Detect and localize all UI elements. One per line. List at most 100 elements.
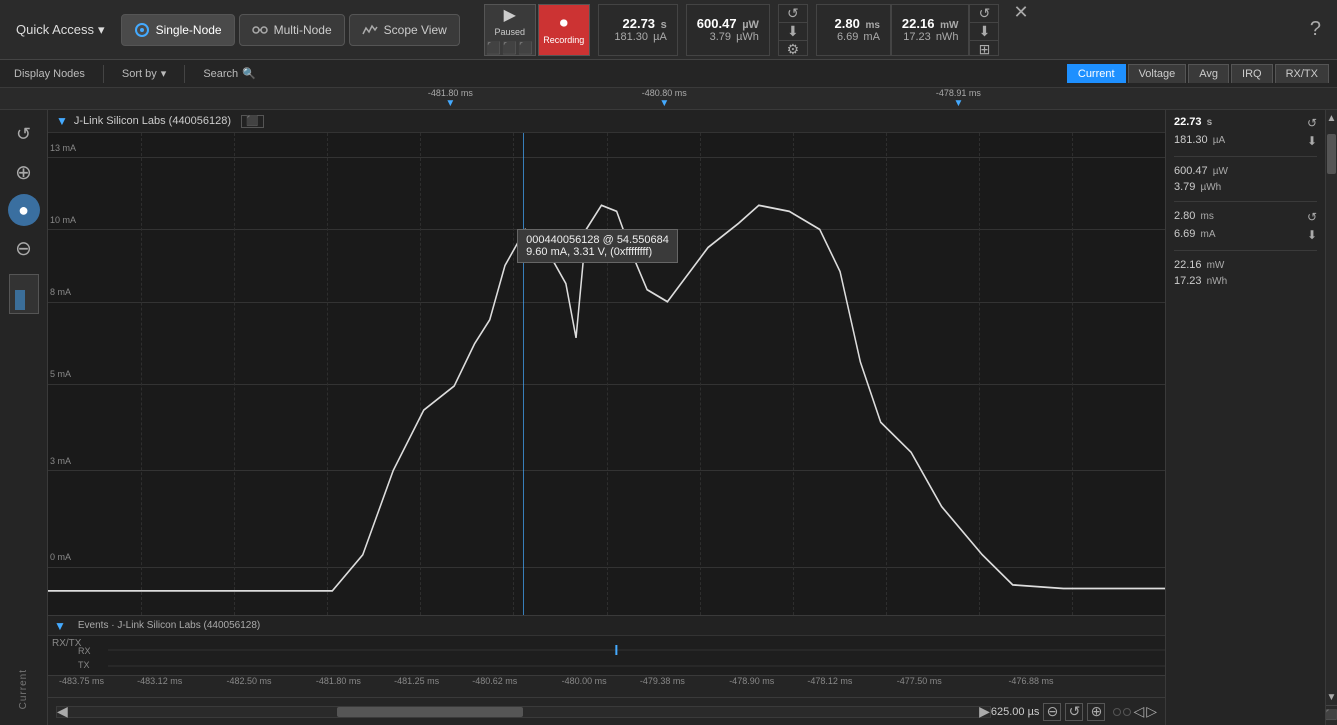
undo-button[interactable]: ↺ — [8, 118, 40, 150]
tick-6: -480.62 ms — [472, 676, 517, 686]
record-icon: ⏺ — [560, 15, 568, 33]
help-button[interactable]: ? — [1302, 18, 1329, 41]
ms-stat-block: 2.80 ms 6.69 mA — [816, 4, 891, 56]
zoom-plus-button[interactable]: ⊕ — [1087, 703, 1105, 721]
tick-7: -480.00 ms — [562, 676, 607, 686]
reset-button[interactable]: ↺ — [779, 5, 807, 23]
status-bar: ◀ ▶ 625.00 µs ⊖ ↺ ⊕ ◁ ▷ — [48, 697, 1165, 725]
events-label: Events · J-Link Silicon Labs (440056128) — [74, 618, 264, 633]
tick-3: -482.50 ms — [227, 676, 272, 686]
tab-irq[interactable]: IRQ — [1231, 64, 1273, 83]
tab-avg[interactable]: Avg — [1188, 64, 1229, 83]
waveform-svg — [48, 133, 1165, 615]
power-value: 600.47 µW — [697, 16, 759, 31]
multi-node-icon — [252, 22, 268, 38]
node-expand-button[interactable]: ⬛ — [241, 115, 263, 128]
tab-voltage[interactable]: Voltage — [1128, 64, 1187, 83]
mw-stat-block: 22.16 mW 17.23 nWh — [891, 4, 970, 56]
play-icon: ▶ — [504, 5, 516, 25]
timeline-marker-1: -481.80 ms ▼ — [428, 88, 473, 109]
zoom-display: 625.00 µs ⊖ ↺ ⊕ ◁ ▷ — [991, 703, 1157, 721]
settings-button[interactable]: ⚙ — [779, 41, 807, 58]
right-current-row: 181.30 µA ⬇ — [1174, 134, 1317, 148]
sort-by-button[interactable]: Sort by ▾ — [116, 65, 172, 82]
single-node-button[interactable]: Single-Node — [121, 14, 235, 46]
right-time-val: 22.73 s — [1174, 116, 1212, 130]
right-nwh-val: 17.23 nWh — [1174, 275, 1227, 287]
time-axis: -483.75 ms -483.12 ms -482.50 ms -481.80… — [48, 675, 1165, 697]
events-arrow-icon: ▼ — [54, 619, 66, 633]
reset-button-2[interactable]: ↺ — [970, 5, 998, 23]
quick-access-button[interactable]: Quick Access ▾ — [8, 18, 113, 42]
scroll-right-button[interactable]: ▶ — [979, 703, 990, 720]
right-reset-button[interactable]: ↺ — [1307, 116, 1317, 130]
download-button[interactable]: ⬇ — [779, 23, 807, 41]
right-energy-val: 3.79 µWh — [1174, 181, 1221, 193]
grid-button[interactable]: ⊞ — [970, 41, 998, 58]
step-back-button[interactable]: ◁ — [1133, 703, 1144, 720]
right-download-button-2[interactable]: ⬇ — [1307, 228, 1317, 242]
right-reset-button-2[interactable]: ↺ — [1307, 210, 1317, 224]
toolbar-sep-2 — [184, 65, 185, 83]
close-button[interactable]: ✕ — [1007, 2, 1034, 23]
minimap — [9, 274, 39, 314]
dot-1 — [1113, 708, 1121, 716]
tab-current[interactable]: Current — [1067, 64, 1126, 83]
y-axis-label: Current — [18, 669, 29, 709]
right-divider-1 — [1174, 156, 1317, 157]
right-nwh-row: 17.23 nWh — [1174, 275, 1317, 287]
zoom-out-button[interactable]: ⊖ — [8, 232, 40, 264]
nav-dots: ◁ ▷ — [1113, 703, 1157, 720]
tick-4: -481.80 ms — [316, 676, 361, 686]
display-nodes-button[interactable]: Display Nodes — [8, 66, 91, 82]
record-button[interactable]: ⏺ Recording — [538, 4, 590, 56]
right-ms-val1: 2.80 ms — [1174, 210, 1214, 224]
marker-arrow-1: ▼ — [445, 98, 455, 109]
multi-node-button[interactable]: Multi-Node — [239, 14, 345, 46]
quick-access-label: Quick Access — [16, 22, 94, 37]
chart-canvas[interactable]: 13 mA 10 mA 8 mA 5 mA 3 mA 0 mA — [48, 133, 1165, 615]
ticon3: ⬛ — [518, 41, 533, 55]
minimap-svg — [10, 275, 40, 315]
toolbar-sep-1 — [103, 65, 104, 83]
ticon2: ⬛ — [502, 41, 517, 55]
zoom-in-button[interactable]: ⊕ — [8, 156, 40, 188]
single-node-icon — [134, 22, 150, 38]
tx-label: TX — [78, 660, 90, 670]
chart-events-container: ▼ J-Link Silicon Labs (440056128) ⬛ 13 m… — [48, 110, 1165, 725]
timeline-marker-3: -478.91 ms ▼ — [936, 88, 981, 109]
cursor-line — [523, 133, 524, 615]
zoom-in-button-status[interactable]: ↺ — [1065, 703, 1083, 721]
search-button[interactable]: Search 🔍 — [197, 65, 262, 82]
tick-1: -483.75 ms — [59, 676, 104, 686]
marker-arrow-3: ▼ — [953, 98, 963, 109]
vscroll-thumb[interactable] — [1327, 134, 1336, 174]
time-value: 22.73 s — [623, 16, 667, 31]
mw-value2: 17.23 nWh — [903, 31, 958, 43]
download-button-2[interactable]: ⬇ — [970, 23, 998, 41]
h-scroll-thumb[interactable] — [337, 707, 524, 717]
h-scrollbar[interactable]: ◀ ▶ — [56, 706, 991, 718]
vscrollbar[interactable]: ▲ ▼ ⬛ — [1325, 110, 1337, 725]
energy-value: 3.79 µWh — [710, 31, 759, 43]
toolbar: Display Nodes Sort by ▾ Search 🔍 Current… — [0, 60, 1337, 88]
right-energy-row: 3.79 µWh — [1174, 181, 1317, 193]
cursor-button[interactable]: ● — [8, 194, 40, 226]
vscroll-down-button[interactable]: ▼ — [1326, 689, 1337, 705]
ms-value1: 2.80 ms — [835, 16, 880, 31]
scope-view-button[interactable]: Scope View — [349, 14, 460, 46]
zoom-minus-button[interactable]: ⊖ — [1043, 703, 1061, 721]
scroll-left-button[interactable]: ◀ — [57, 703, 68, 720]
chevron-down-icon: ▾ — [98, 22, 105, 38]
tick-8: -479.38 ms — [640, 676, 685, 686]
vscroll-up-button[interactable]: ▲ — [1326, 110, 1337, 126]
tick-2: -483.12 ms — [137, 676, 182, 686]
tab-rxtx[interactable]: RX/TX — [1275, 64, 1329, 83]
tick-5: -481.25 ms — [394, 676, 439, 686]
right-ma-val: 6.69 mA — [1174, 228, 1215, 242]
marker-arrow-2: ▼ — [659, 98, 669, 109]
scope-view-icon — [362, 22, 378, 38]
step-forward-button[interactable]: ▷ — [1146, 703, 1157, 720]
play-pause-button[interactable]: ▶ Paused ⬛ ⬛ ⬛ — [484, 4, 536, 56]
right-download-button[interactable]: ⬇ — [1307, 134, 1317, 148]
